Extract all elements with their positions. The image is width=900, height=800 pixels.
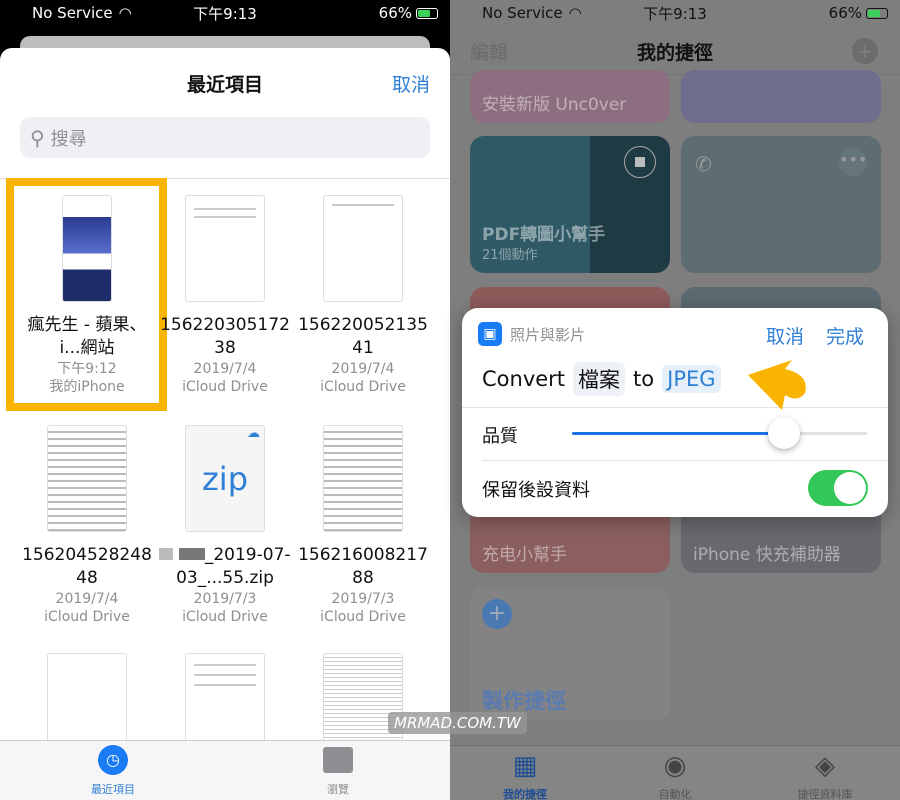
files-picker-screen: No Service ◠ 下午9:13 66% 最近項目 取消 ⚲ 搜尋 瘋先生… [0,0,450,800]
tab-my-shortcuts[interactable]: ▦ 我的捷徑 [485,752,565,800]
battery-percent: 66% [828,4,862,22]
cloud-download-icon[interactable]: ☁ [247,426,260,441]
file-date: 2019/7/4 [55,591,119,607]
tab-bar: ◷ 最近項目 瀏覽 [0,740,450,800]
page-title: 最近項目 [186,74,263,96]
file-location: 我的iPhone [49,379,125,395]
shortcut-card[interactable] [681,70,881,123]
file-date: 2019/7/4 [193,361,257,377]
tab-gallery[interactable]: ◈ 捷徑資料庫 [780,752,870,800]
file-location: iCloud Drive [320,379,406,395]
file-thumbnail [62,195,112,302]
file-name: 15620452824848 [22,545,152,588]
battery-percent: 66% [378,4,412,22]
convert-action: Convert 檔案 to JPEG [482,362,721,396]
create-shortcut-card[interactable]: + 製作捷徑 [470,587,670,720]
search-placeholder: 搜尋 [50,128,87,150]
file-item[interactable]: 15622005213541 2019/7/4 iCloud Drive [294,195,432,396]
file-name: 瘋先生 - 蘋果、i...網站 [27,315,147,358]
file-item[interactable]: ☁ zip _2019-07-03_...55.zip 2019/7/3 iCl… [156,425,294,626]
file-item[interactable]: 瘋先生 - 蘋果、i...網站 下午9:12 我的iPhone [18,195,156,396]
folder-icon [323,747,353,773]
cancel-button[interactable]: 取消 [766,322,804,349]
file-thumbnail [47,425,127,532]
more-icon[interactable]: ••• [839,148,867,176]
shortcut-card-pdf[interactable]: PDF轉圖小幫手 21個動作 [470,136,670,273]
add-shortcut-button[interactable]: + [852,38,878,64]
file-item[interactable]: 15622030517238 2019/7/4 iCloud Drive [156,195,294,396]
battery-group: 66% [379,4,438,22]
clock-icon: ◷ [98,745,128,775]
slider-fill [572,432,785,435]
shortcut-card-uncover[interactable]: 安裝新版 Unc0ver [470,70,670,123]
search-icon: ⚲ [30,125,45,150]
status-bar: No Service ◠ 下午9:13 66% [0,0,450,26]
tab-browse[interactable]: 瀏覽 [298,745,378,797]
file-thumbnail: ☁ zip [185,425,265,532]
file-name: 15621600821788 [298,545,428,588]
file-name: 15622030517238 [160,315,290,358]
plus-icon: + [482,599,512,629]
status-bar: No Service ◠ 下午9:13 66% [450,0,900,26]
file-name: 15622005213541 [298,315,428,358]
page-title: 我的捷徑 [636,42,713,64]
convert-image-dialog: ▣ 照片與影片 取消 完成 Convert 檔案 to JPEG 品質 保留後設… [462,308,888,517]
file-location: iCloud Drive [182,609,268,625]
battery-icon [416,7,438,19]
input-variable[interactable]: 檔案 [573,362,626,396]
stop-icon[interactable] [624,146,656,178]
grid-icon: ▦ [512,751,538,781]
file-date: 2019/7/4 [331,361,395,377]
arrow-annotation [748,360,806,410]
file-location: iCloud Drive [182,379,268,395]
file-thumbnail [185,195,265,302]
tab-bar: ▦ 我的捷徑 ◉ 自動化 ◈ 捷徑資料庫 [450,745,900,800]
preserve-metadata-toggle[interactable] [808,470,868,506]
search-input[interactable]: ⚲ 搜尋 [20,117,430,158]
layers-icon: ◈ [815,751,835,781]
done-button[interactable]: 完成 [826,322,864,349]
format-selector[interactable]: JPEG [662,365,721,393]
file-date: 下午9:12 [57,361,117,377]
photos-app-icon: ▣ [478,322,502,346]
check-clock-icon: ◉ [663,751,687,781]
file-location: iCloud Drive [320,609,406,625]
file-item[interactable]: 15621600821788 2019/7/3 iCloud Drive [294,425,432,626]
tab-automation[interactable]: ◉ 自動化 [635,752,715,800]
file-name: _2019-07-03_...55.zip [156,544,294,590]
file-date: 2019/7/3 [331,591,395,607]
zip-label: zip [202,460,248,498]
shortcut-card[interactable]: ✆ ••• [681,136,881,273]
phone-icon: ✆ [695,152,712,176]
battery-icon [866,7,888,19]
cancel-button[interactable]: 取消 [392,70,430,97]
file-thumbnail [323,195,403,302]
tab-recents[interactable]: ◷ 最近項目 [73,745,153,797]
battery-group: 66% [829,4,888,22]
quality-slider[interactable] [572,417,867,449]
file-location: iCloud Drive [44,609,130,625]
file-item[interactable]: 15620452824848 2019/7/4 iCloud Drive [18,425,156,626]
quality-label: 品質 [482,426,518,447]
file-date: 2019/7/3 [193,591,257,607]
preserve-metadata-label: 保留後設資料 [482,480,590,501]
watermark: MRMAD.COM.TW [388,712,527,734]
file-thumbnail [323,425,403,532]
slider-thumb[interactable] [768,417,801,449]
app-label: 照片與影片 [510,326,586,344]
